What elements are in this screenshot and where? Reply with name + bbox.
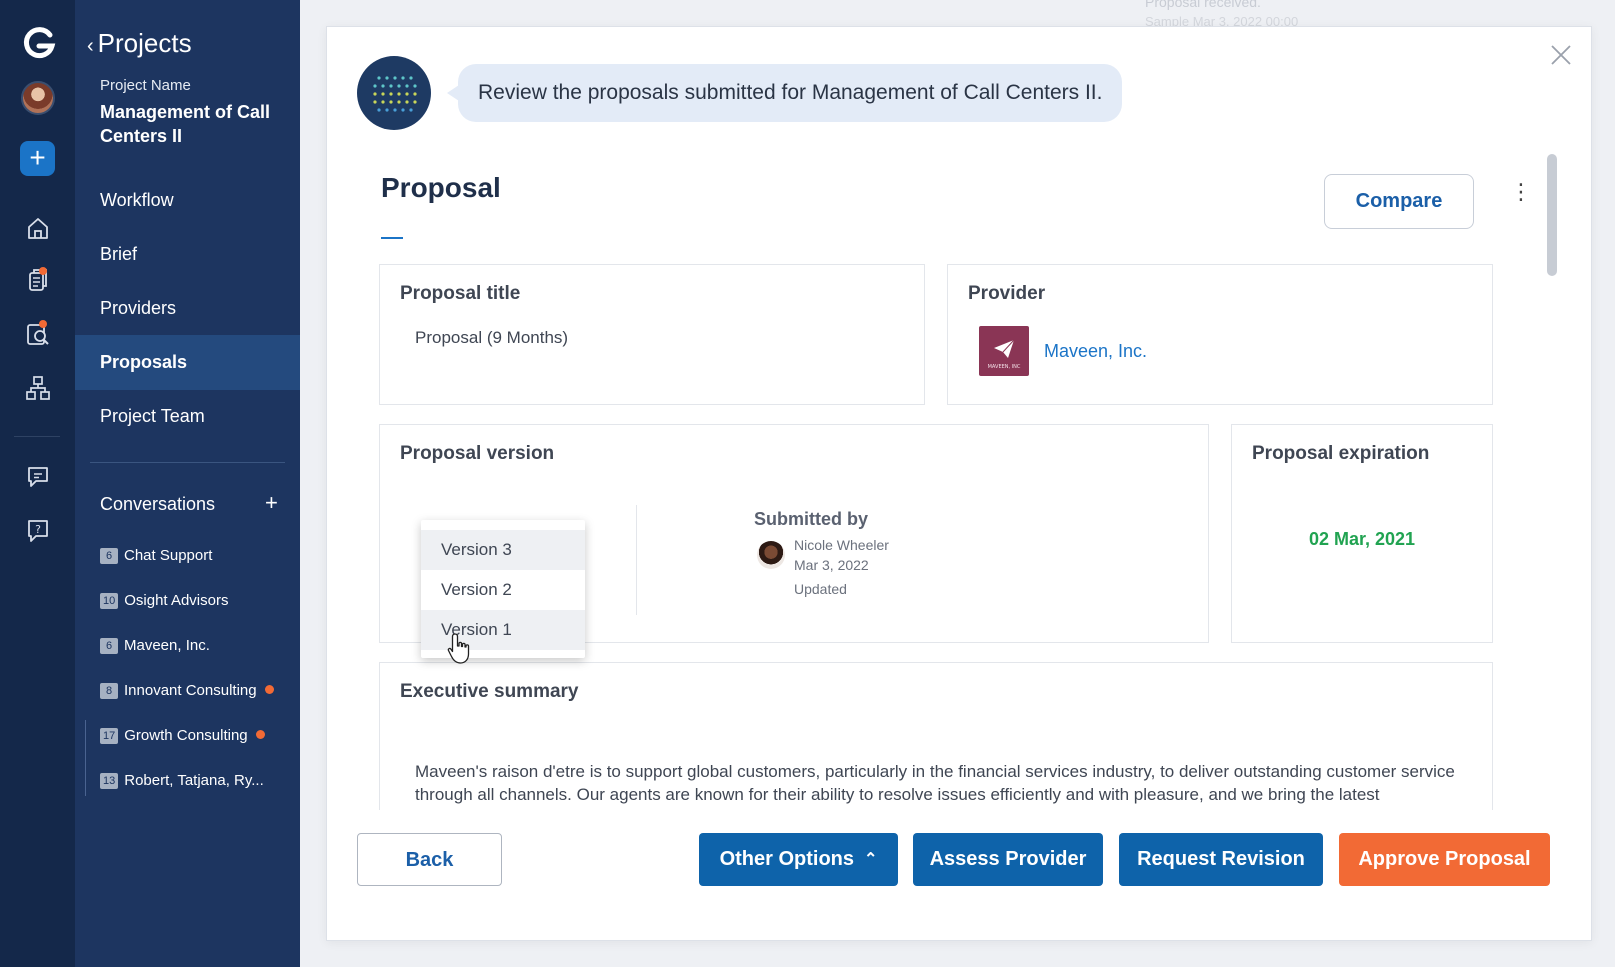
- proposal-title-value: Proposal (9 Months): [415, 328, 569, 347]
- projects-back-link[interactable]: ‹ Projects: [87, 28, 192, 59]
- message-count-badge: 13: [100, 773, 119, 789]
- conversation-item[interactable]: 6 Maveen, Inc.: [100, 637, 210, 654]
- sidebar-item-proposals[interactable]: Proposals: [75, 335, 300, 390]
- proposal-modal: Review the proposals submitted for Manag…: [326, 26, 1592, 941]
- hand-cursor-icon: [447, 633, 470, 664]
- unread-dot: [264, 685, 274, 694]
- svg-text:MAVEEN, INC: MAVEEN, INC: [988, 364, 1021, 370]
- message-count-badge: 17: [100, 728, 119, 744]
- sidebar-item-providers[interactable]: Providers: [75, 281, 300, 336]
- version-option[interactable]: Version 3: [421, 530, 585, 570]
- messages-icon[interactable]: [24, 462, 52, 490]
- project-sidebar: ‹ Projects Project Name Management of Cal…: [75, 0, 300, 967]
- org-chart-icon[interactable]: [24, 374, 52, 402]
- message-count-badge: 6: [100, 638, 118, 654]
- submitter-avatar: [757, 541, 785, 569]
- proposal-expiration-card: Proposal expiration 02 Mar, 2021: [1231, 424, 1493, 643]
- conversation-name: Maveen, Inc.: [124, 637, 210, 654]
- sidebar-item-project-team[interactable]: Project Team: [75, 389, 300, 444]
- assess-provider-button[interactable]: Assess Provider: [913, 833, 1103, 886]
- executive-summary-label: Executive summary: [400, 681, 579, 702]
- notification-dot: [39, 267, 47, 275]
- submitted-by-label: Submitted by: [754, 509, 869, 529]
- page-title: Proposal: [381, 172, 501, 203]
- submitted-date: Mar 3, 2022: [794, 557, 869, 573]
- conversation-name: Chat Support: [124, 547, 213, 564]
- thread-line: [85, 720, 86, 796]
- assistant-avatar: [357, 56, 431, 130]
- version-option[interactable]: Version 2: [421, 570, 585, 610]
- home-icon[interactable]: [24, 214, 52, 242]
- compare-button[interactable]: Compare: [1324, 174, 1474, 229]
- message-count-badge: 8: [100, 683, 118, 699]
- conversation-name: Robert, Tatjana, Ry...: [124, 772, 264, 789]
- back-button[interactable]: Back: [357, 833, 502, 886]
- action-footer: Back Other Options ⌃ Assess Provider Requ…: [327, 810, 1591, 940]
- icon-rail: + ?: [0, 0, 75, 967]
- conversation-item[interactable]: 8 Innovant Consulting: [100, 682, 274, 699]
- conversation-name: Innovant Consulting: [124, 682, 257, 699]
- provider-logo[interactable]: MAVEEN, INC: [979, 326, 1029, 376]
- vertical-divider: [636, 505, 637, 615]
- unread-dot: [255, 730, 265, 739]
- chevron-up-icon: ⌃: [864, 851, 878, 868]
- title-underline: [381, 237, 403, 239]
- approve-proposal-button[interactable]: Approve Proposal: [1339, 833, 1550, 886]
- scrollbar-thumb[interactable]: [1547, 154, 1557, 276]
- project-name-label: Project Name: [100, 77, 191, 94]
- sidebar-item-workflow[interactable]: Workflow: [75, 173, 300, 228]
- proposal-title-label: Proposal title: [400, 283, 521, 304]
- project-name: Management of Call Centers II: [100, 102, 271, 146]
- submitter-name: Nicole Wheeler: [794, 537, 889, 553]
- add-icon[interactable]: +: [20, 141, 55, 176]
- user-avatar[interactable]: [21, 81, 55, 115]
- more-options-icon[interactable]: ⋮: [1510, 177, 1532, 207]
- assistant-message-bubble: Review the proposals submitted for Manag…: [446, 64, 1123, 122]
- conversation-item[interactable]: 10 Osight Advisors: [100, 592, 228, 609]
- proposal-expiration-label: Proposal expiration: [1252, 443, 1430, 464]
- message-count-badge: 10: [100, 593, 119, 609]
- documents-icon[interactable]: [24, 266, 52, 294]
- search-document-icon[interactable]: [24, 320, 52, 348]
- message-count-badge: 6: [100, 548, 118, 564]
- projects-back-label: Projects: [97, 28, 192, 58]
- proposal-title-card: Proposal title Proposal (9 Months): [379, 264, 925, 405]
- add-conversation-button[interactable]: +: [265, 490, 278, 516]
- sidebar-item-brief[interactable]: Brief: [75, 227, 300, 282]
- close-icon[interactable]: [1549, 43, 1573, 67]
- help-icon[interactable]: ?: [24, 516, 52, 544]
- provider-link[interactable]: Maveen, Inc.: [1044, 341, 1147, 362]
- proposal-version-label: Proposal version: [400, 443, 555, 464]
- provider-card: Provider MAVEEN, INC Maveen, Inc.: [947, 264, 1493, 405]
- conversations-heading: Conversations: [100, 494, 216, 514]
- background-message: Proposal received.: [1145, 0, 1261, 10]
- rail-divider: [14, 436, 60, 437]
- conversation-name: Osight Advisors: [124, 592, 229, 609]
- provider-label: Provider: [968, 283, 1046, 304]
- other-options-label: Other Options: [719, 848, 855, 870]
- logo-icon[interactable]: [22, 26, 56, 60]
- conversation-item[interactable]: 17 Growth Consulting: [100, 727, 265, 744]
- paper-plane-icon: MAVEEN, INC: [988, 339, 1021, 370]
- notification-dot: [39, 320, 47, 328]
- svg-text:?: ?: [35, 523, 41, 536]
- request-revision-button[interactable]: Request Revision: [1119, 833, 1323, 886]
- submission-status: Updated: [794, 581, 847, 597]
- conversation-item[interactable]: 6 Chat Support: [100, 547, 212, 564]
- conversation-item[interactable]: 13 Robert, Tatjana, Ry...: [100, 772, 264, 789]
- other-options-button[interactable]: Other Options ⌃: [699, 833, 898, 886]
- expiration-date: 02 Mar, 2021: [1308, 529, 1416, 549]
- conversation-name: Growth Consulting: [124, 727, 248, 744]
- dot-pattern-icon: [373, 76, 417, 112]
- sidebar-divider: [90, 462, 285, 463]
- chevron-left-icon: ‹: [87, 35, 94, 57]
